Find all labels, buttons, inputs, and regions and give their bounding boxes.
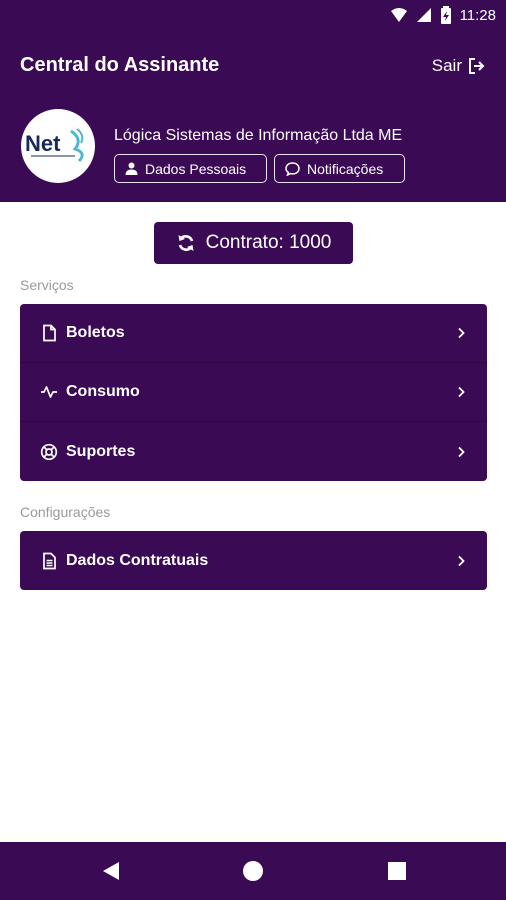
personal-data-label: Dados Pessoais bbox=[145, 160, 247, 177]
services-section-label: Serviços bbox=[20, 277, 74, 293]
chat-bubble-icon bbox=[285, 161, 300, 176]
contract-button[interactable]: Contrato: 1000 bbox=[154, 222, 353, 264]
document-icon bbox=[43, 552, 56, 569]
chevron-right-icon bbox=[458, 555, 465, 566]
settings-section-label: Configurações bbox=[20, 504, 111, 520]
signal-icon bbox=[416, 8, 431, 22]
wifi-icon bbox=[390, 8, 407, 22]
company-logo: Net bbox=[21, 109, 95, 183]
chevron-right-icon bbox=[458, 327, 465, 339]
status-time: 11:28 bbox=[459, 6, 496, 24]
recents-icon[interactable] bbox=[386, 860, 408, 882]
user-icon bbox=[125, 162, 138, 175]
system-navigation-bar bbox=[0, 842, 506, 900]
logo-text: Net bbox=[25, 131, 61, 156]
notifications-button[interactable]: Notificações bbox=[274, 154, 405, 183]
logout-icon bbox=[469, 58, 485, 74]
status-bar: 11:28 bbox=[0, 0, 506, 32]
settings-card: Dados Contratuais bbox=[20, 531, 487, 590]
contract-label: Contrato: 1000 bbox=[205, 232, 332, 253]
company-name: Lógica Sistemas de Informação Ltda ME bbox=[114, 127, 403, 144]
service-item-label: Suportes bbox=[66, 442, 136, 460]
back-icon[interactable] bbox=[100, 860, 122, 882]
service-item-boletos[interactable]: Boletos bbox=[20, 304, 487, 363]
service-item-consumo[interactable]: Consumo bbox=[20, 363, 487, 422]
page-title: Central do Assinante bbox=[20, 54, 220, 76]
service-item-label: Consumo bbox=[66, 383, 140, 400]
notifications-label: Notificações bbox=[307, 160, 384, 177]
chevron-right-icon bbox=[458, 386, 465, 398]
sync-icon bbox=[178, 235, 194, 251]
file-icon bbox=[43, 324, 56, 342]
service-item-suportes[interactable]: Suportes bbox=[20, 422, 487, 481]
app-header: Central do Assinante Sair Net Lógica Sis… bbox=[0, 32, 506, 202]
service-item-label: Boletos bbox=[66, 324, 125, 341]
settings-item-label: Dados Contratuais bbox=[66, 551, 209, 569]
chevron-right-icon bbox=[458, 446, 465, 457]
home-icon[interactable] bbox=[242, 860, 264, 882]
logout-button[interactable]: Sair bbox=[432, 56, 486, 76]
services-card: Boletos Consumo Suportes bbox=[20, 304, 487, 481]
activity-icon bbox=[41, 386, 57, 398]
logout-label: Sair bbox=[431, 56, 462, 75]
status-icons: 11:28 bbox=[390, 6, 496, 24]
battery-icon bbox=[440, 6, 451, 24]
lifebuoy-icon bbox=[40, 443, 58, 460]
personal-data-button[interactable]: Dados Pessoais bbox=[114, 154, 267, 183]
settings-item-contract-data[interactable]: Dados Contratuais bbox=[20, 531, 487, 590]
